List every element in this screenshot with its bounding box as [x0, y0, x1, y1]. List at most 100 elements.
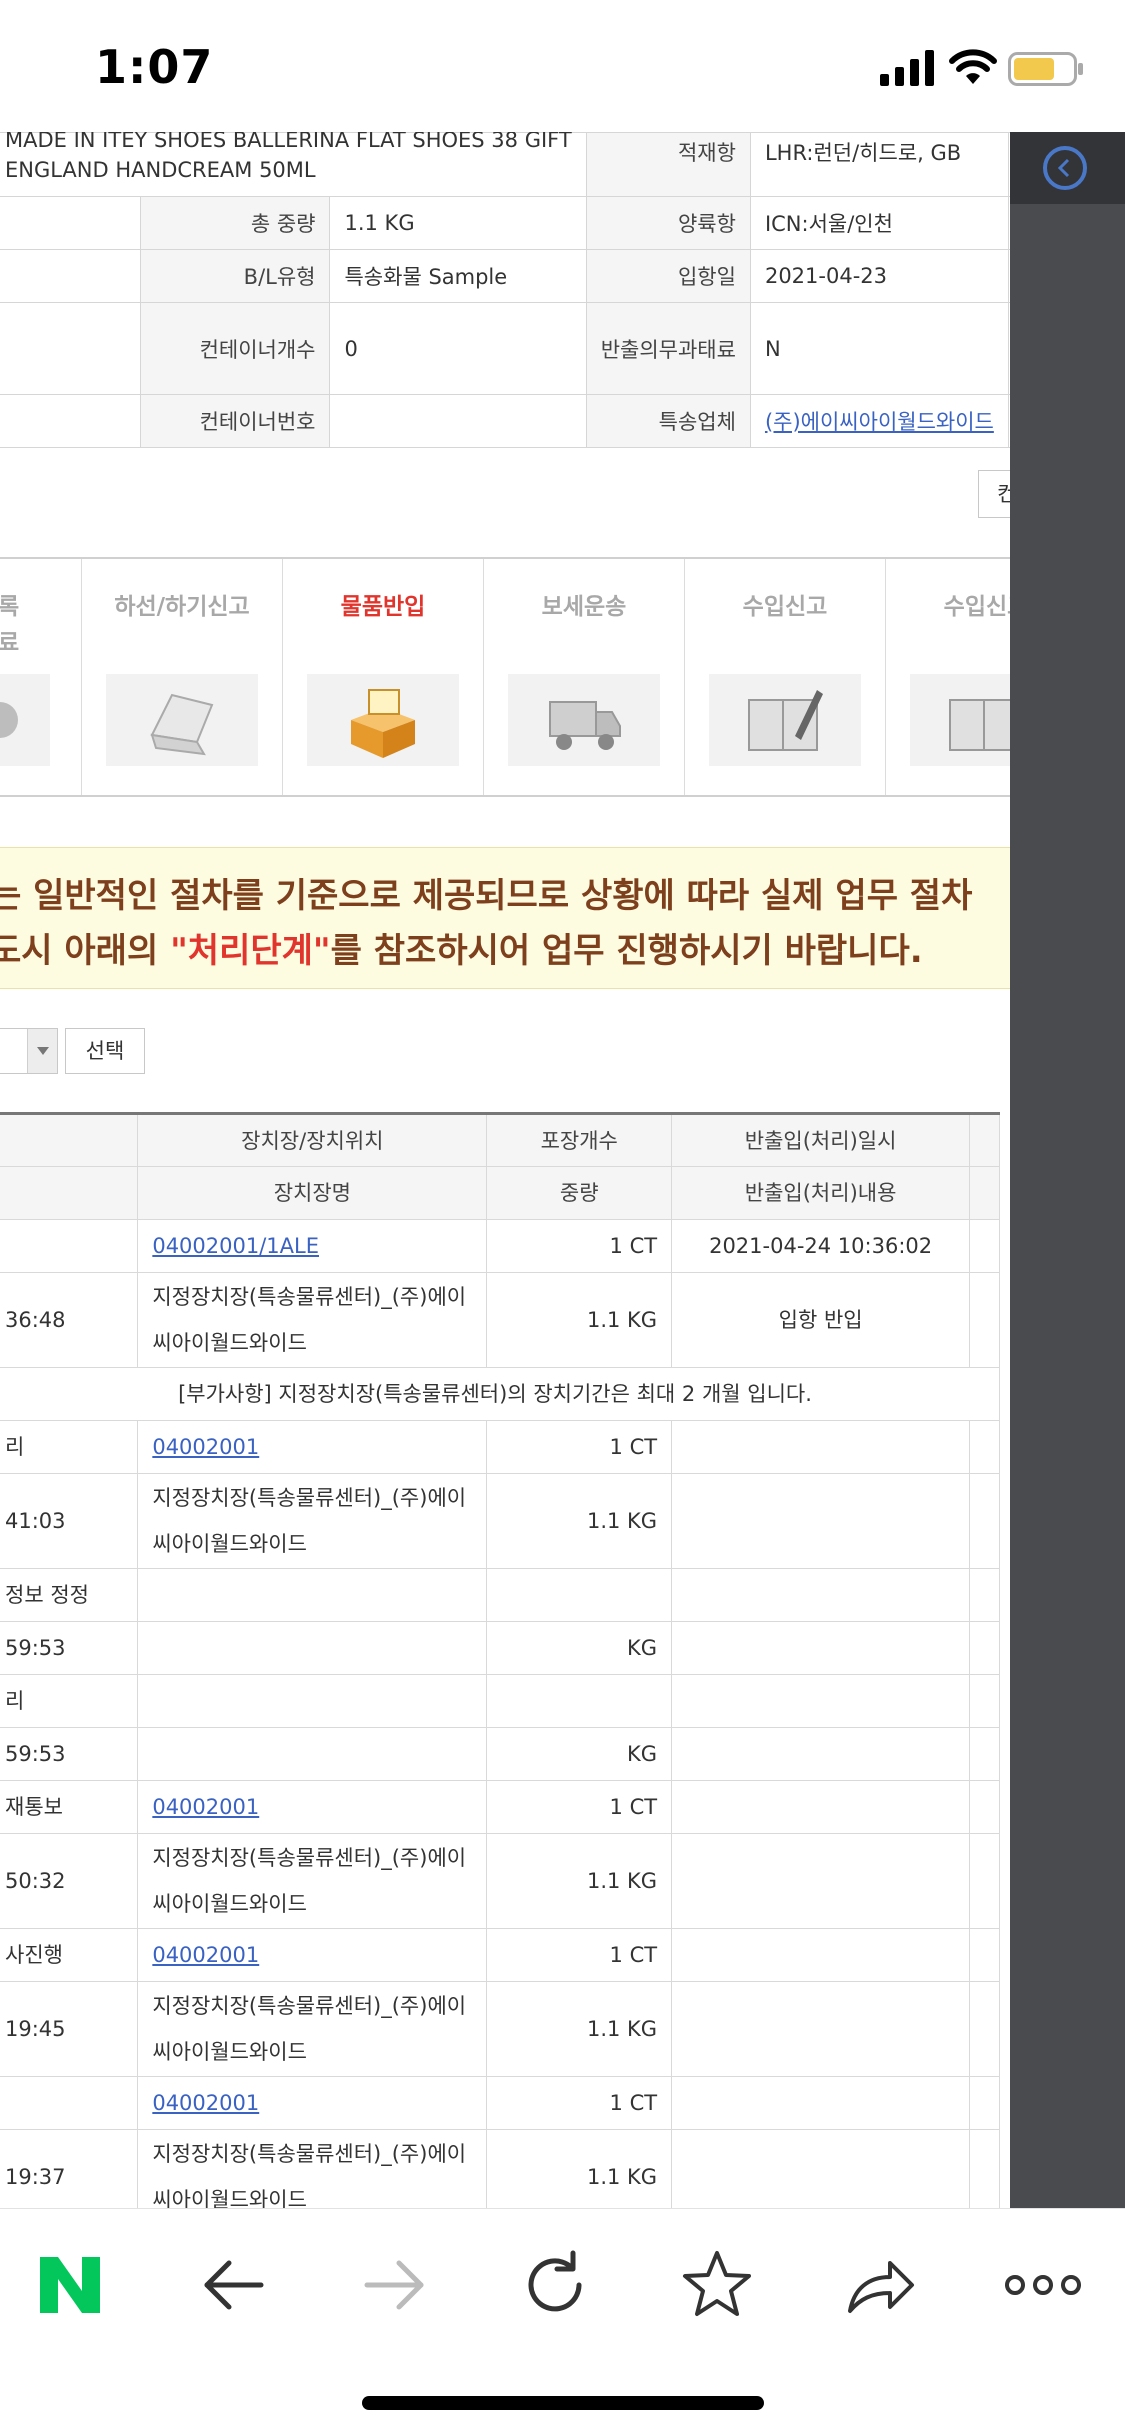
notice-line-2: 도시 아래의 "처리단계"를 참조하시어 업무 진행하시기 바랍니다. [0, 931, 923, 971]
step-goods-import[interactable]: 물품반입 [283, 559, 484, 795]
cell-extra [969, 1219, 1000, 1273]
document-icon [949, 699, 1010, 751]
step-import-declaration[interactable]: 수입신고 [685, 559, 886, 795]
more-icon[interactable] [1003, 2245, 1083, 2325]
storage-code-link[interactable]: 04002001 [152, 1943, 259, 1967]
cell-time: 59:53 [0, 1727, 139, 1781]
cell-process: 2021-04-24 10:36:02 [671, 1219, 971, 1273]
cellular-signal-icon [880, 50, 934, 86]
side-panel-header [1010, 132, 1125, 204]
cargo-desc-line1: MADE IN ITEY SHOES BALLERINA FLAT SHOES … [5, 132, 572, 152]
value-total-weight: 1.1 KG [329, 196, 587, 250]
storage-code-link[interactable]: 04002001 [152, 1795, 259, 1819]
cell-extra [969, 2129, 1000, 2208]
storage-code-link[interactable]: 04002001 [152, 1435, 259, 1459]
courier-link[interactable]: (주)에이씨아이월드와이드 [765, 410, 994, 434]
cell-quantity: 1.1 KG [486, 1833, 673, 1929]
cell-storage: 지정장치장(특송물류센터)_(주)에이씨아이월드와이드 [137, 2129, 488, 2208]
cell-quantity: 1.1 KG [486, 1272, 673, 1368]
cell-time: 사진행 [0, 1928, 139, 1982]
cell-extra [969, 1621, 1000, 1675]
web-viewport: MADE IN ITEY SHOES BALLERINA FLAT SHOES … [0, 132, 1010, 2208]
cell-extra [969, 1473, 1000, 1569]
header-datetime: 반출입(처리)일시 [671, 1113, 971, 1167]
step-label: 하선/하기신고 [114, 594, 250, 620]
cell-time [0, 1219, 139, 1273]
select-button[interactable]: 선택 [65, 1028, 145, 1074]
step-bonded-transport[interactable]: 보세운송 [484, 559, 685, 795]
filter-dropdown[interactable] [0, 1028, 58, 1074]
cell-extra [969, 1727, 1000, 1781]
cell-process [671, 1420, 971, 1474]
table-row: 04002001/1ALE 1 CT 2021-04-24 10:36:02 [0, 1219, 1000, 1273]
cell-storage: 04002001/1ALE [137, 1219, 488, 1273]
header-storage-location: 장치장/장치위치 [137, 1113, 488, 1167]
bookmark-star-icon[interactable] [677, 2245, 757, 2325]
table-row: 36:48 지정장치장(특송물류센터)_(주)에이씨아이월드와이드 1.1 KG 입항… [0, 1272, 1000, 1368]
table-row: 50:32 지정장치장(특송물류센터)_(주)에이씨아이월드와이드 1.1 KG [0, 1833, 1000, 1929]
collapse-panel-button[interactable] [1043, 146, 1087, 190]
step-label: 수입신고 [742, 594, 828, 620]
cell-quantity: 1.1 KG [486, 1473, 673, 1569]
back-arrow-icon[interactable] [193, 2245, 273, 2325]
table-body: 04002001/1ALE 1 CT 2021-04-24 10:36:02 36:4… [0, 1219, 1000, 2208]
step-image [106, 674, 258, 766]
step-label: 보세운송 [541, 594, 627, 620]
storage-code-link[interactable]: 04002001 [152, 2091, 259, 2115]
cell-quantity: 1 CT [486, 2076, 673, 2130]
battery-icon [1008, 52, 1083, 86]
storage-code-link[interactable]: 04002001/1ALE [152, 1234, 319, 1258]
cell-extra [969, 1928, 1000, 1982]
cell-time: 재통보 [0, 1780, 139, 1834]
cell-storage: 지정장치장(특송물류센터)_(주)에이씨아이월드와이드 [137, 1473, 488, 1569]
forward-arrow-icon[interactable] [355, 2245, 435, 2325]
table-row: 리 04002001 1 CT [0, 1420, 1000, 1474]
step-import-declaration-2[interactable]: 수입신고 [886, 559, 1010, 795]
header-weight: 중량 [486, 1166, 673, 1220]
package-box-icon [351, 689, 415, 758]
procedure-notice: 는 일반적인 절차를 기준으로 제공되므로 상황에 따라 실제 업무 절차 도시… [0, 847, 1010, 989]
label-unloading-port: 양륙항 [585, 196, 751, 250]
reload-icon[interactable] [515, 2245, 595, 2325]
cell-quantity: KG [486, 1727, 673, 1781]
cell-quantity: 1.1 KG [486, 2129, 673, 2208]
step-registration[interactable]: 록 료 [0, 559, 82, 795]
cell-extra [969, 1568, 1000, 1622]
cell-quantity: 1 CT [486, 1420, 673, 1474]
label-total-weight: 총 중량 [139, 196, 331, 250]
share-icon[interactable] [840, 2245, 920, 2325]
cell-storage: 04002001 [137, 1928, 488, 1982]
table-row: 리 [0, 1674, 1000, 1728]
cell-storage [137, 1621, 488, 1675]
cell-process [671, 1674, 971, 1728]
step-image [910, 674, 1010, 766]
cell-process [671, 2076, 971, 2130]
right-action-button[interactable]: 컨 [978, 470, 1010, 518]
cell-storage [137, 1727, 488, 1781]
table-row: 19:37 지정장치장(특송물류센터)_(주)에이씨아이월드와이드 1.1 KG [0, 2129, 1000, 2208]
cell-storage [137, 1568, 488, 1622]
cell-extra [969, 2076, 1000, 2130]
value-loading-port: LHR:런던/히드로, GB [749, 132, 1009, 197]
value-export-penalty: N [749, 302, 1009, 395]
cell-storage: 지정장치장(특송물류센터)_(주)에이씨아이월드와이드 [137, 1833, 488, 1929]
cell-time: 리 [0, 1420, 139, 1474]
table-header-row: 장치장명 중량 반출입(처리)내용 [0, 1166, 1000, 1220]
cell-quantity: 1.1 KG [486, 1981, 673, 2077]
cell-quantity [486, 1568, 673, 1622]
cell-process [671, 1833, 971, 1929]
cell-time: 리 [0, 1674, 139, 1728]
step-label: 록 료 [0, 594, 20, 656]
step-unloading-report[interactable]: 하선/하기신고 [82, 559, 283, 795]
value-unloading-port: ICN:서울/인천 [749, 196, 1009, 250]
cell-time: 19:37 [0, 2129, 139, 2208]
label-export-penalty: 반출의무과태료 [585, 302, 751, 395]
storage-name: 지정장치장(특송물류센터)_(주)에이씨아이월드와이드 [152, 1846, 467, 1916]
status-time: 1:07 [95, 40, 214, 94]
header-process-content: 반출입(처리)내용 [671, 1166, 971, 1220]
cell-time: 36:48 [0, 1272, 139, 1368]
cell-process [671, 1780, 971, 1834]
naver-home-icon[interactable] [30, 2245, 110, 2325]
step-image [508, 674, 660, 766]
cell-extra [969, 1272, 1000, 1368]
